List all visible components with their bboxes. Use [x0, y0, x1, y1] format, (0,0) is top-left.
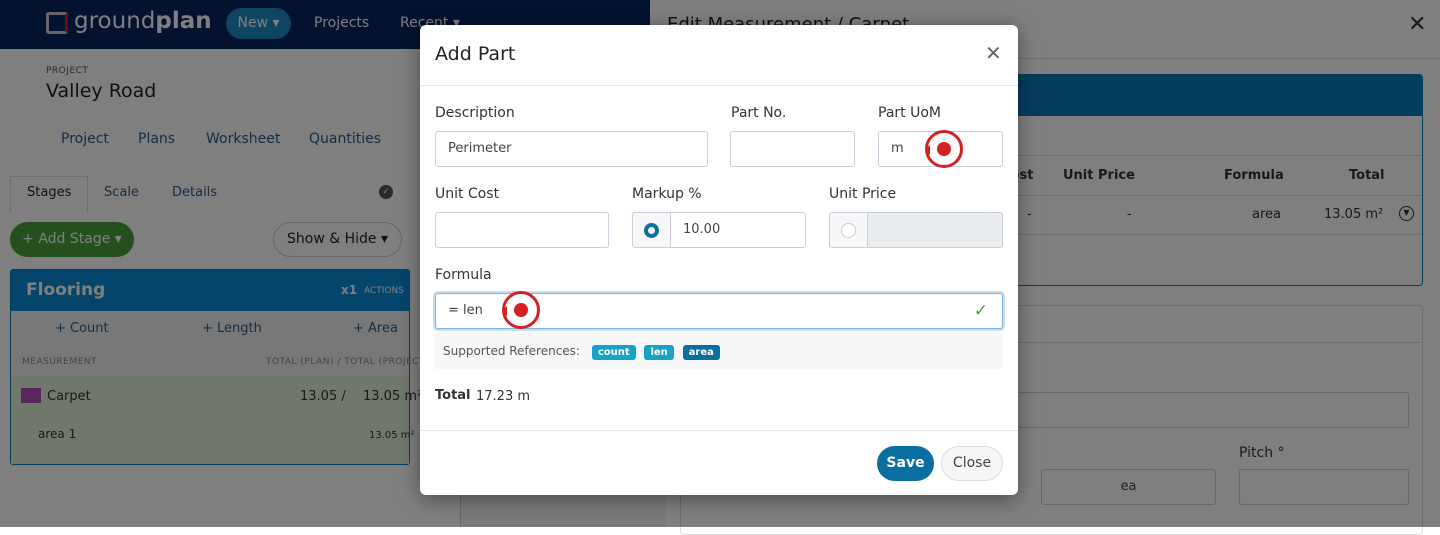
modal-title: Add Part — [435, 43, 516, 65]
radio-selected-icon — [644, 223, 659, 238]
click-marker-icon — [502, 291, 540, 329]
radio-unselected-icon — [841, 223, 856, 238]
uom-label: Part UoM — [878, 105, 941, 121]
close-button[interactable]: Close — [941, 446, 1003, 481]
valid-check-icon: ✓ — [973, 301, 988, 321]
ref-badge-len[interactable]: len — [644, 345, 674, 360]
partno-input[interactable] — [730, 131, 855, 167]
unitprice-group — [829, 212, 1003, 248]
description-input[interactable]: Perimeter — [435, 131, 708, 167]
formula-value: = len — [448, 303, 483, 318]
unitprice-label: Unit Price — [829, 186, 897, 202]
formula-label: Formula — [435, 267, 492, 283]
unitcost-input[interactable] — [435, 212, 609, 248]
ref-badge-area[interactable]: area — [682, 345, 720, 360]
add-part-modal: Add Part ✕ Description Perimeter Part No… — [420, 25, 1018, 495]
markup-radio[interactable] — [633, 213, 671, 247]
save-button[interactable]: Save — [877, 446, 934, 481]
click-marker-icon — [925, 130, 963, 168]
supported-references: Supported References: count len area — [435, 333, 1003, 369]
description-label: Description — [435, 105, 515, 121]
ref-badge-count[interactable]: count — [591, 345, 636, 360]
markup-input[interactable]: 10.00 — [683, 222, 720, 237]
modal-close-icon[interactable]: ✕ — [985, 41, 1002, 65]
total-value: 17.23 m — [476, 389, 531, 404]
refs-label: Supported References: — [443, 344, 580, 358]
partno-label: Part No. — [731, 105, 787, 121]
markup-label: Markup % — [632, 186, 702, 202]
unitprice-radio[interactable] — [830, 213, 868, 247]
total-label: Total — [435, 388, 471, 403]
markup-group: 10.00 — [632, 212, 806, 248]
unitcost-label: Unit Cost — [435, 186, 500, 202]
